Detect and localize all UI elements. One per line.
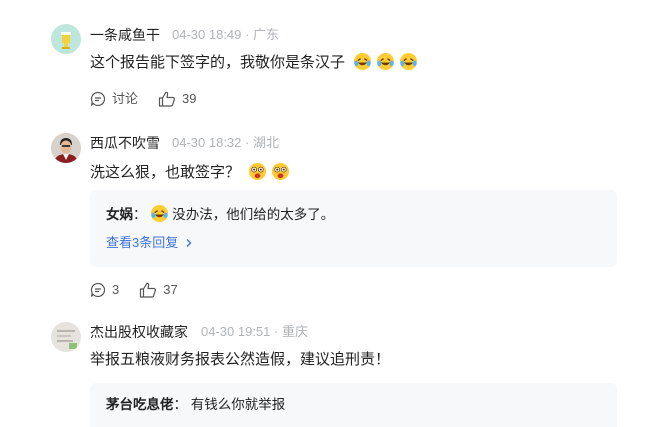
- comment-date: 04-30 18:49: [172, 27, 242, 42]
- reply-author[interactable]: 茅台吃息佬: [106, 397, 174, 412]
- comment-actions: 讨论 39: [90, 90, 216, 108]
- discuss-label: 讨论: [112, 91, 139, 106]
- reply-item: 女娲： 没办法，他们给的太多了。: [106, 204, 334, 224]
- avatar[interactable]: [51, 24, 81, 54]
- meta-separator: ·: [245, 135, 253, 150]
- replies-button[interactable]: 3: [90, 281, 119, 299]
- view-replies-link[interactable]: 查看3条回复: [106, 234, 194, 252]
- comment-body: 洗这么狠，也敢签字？: [90, 164, 241, 181]
- comment-body: 举报五粮液财务报表公然造假，建议追刑责！: [90, 351, 391, 368]
- comment-bubble-icon: [90, 282, 106, 298]
- reply-text: 有钱么你就举报: [190, 397, 286, 412]
- reply-count: 3: [112, 282, 120, 297]
- meta-separator: ·: [245, 27, 253, 42]
- reply-preview-box: 女娲： 没办法，他们给的太多了。 查看3条回复: [90, 190, 617, 267]
- username[interactable]: 一条咸鱼干: [90, 26, 160, 44]
- view-replies-label: 查看3条回复: [106, 235, 179, 250]
- like-button[interactable]: 39: [158, 90, 196, 108]
- reply-item: 茅台吃息佬： 有钱么你就举报: [106, 396, 285, 414]
- avatar-portrait-icon: [51, 133, 81, 163]
- comment-date: 04-30 19:51: [201, 324, 271, 339]
- thumbs-up-icon: [158, 91, 176, 107]
- comment-bubble-icon: [90, 91, 106, 107]
- comment-meta: 04-30 18:49 · 广东: [172, 26, 279, 44]
- comment-location: 广东: [252, 27, 279, 42]
- reply-preview-box: 茅台吃息佬： 有钱么你就举报: [90, 383, 617, 427]
- avatar-image-icon: [51, 322, 81, 352]
- comment-location: 湖北: [252, 135, 279, 150]
- comment-body: 这个报告能下签字的，我敬你是条汉子: [90, 54, 346, 71]
- avatar-cup-icon: [61, 32, 71, 49]
- thumbs-up-icon: [140, 282, 157, 298]
- chevron-right-icon: [186, 239, 192, 247]
- avatar[interactable]: [51, 322, 81, 352]
- comment-date: 04-30 18:32: [172, 135, 242, 150]
- laugh-cry-emoji-icon: [400, 52, 418, 71]
- laugh-cry-emoji-icon: [377, 52, 395, 71]
- comment-item: 西瓜不吹雪 04-30 18:32 · 湖北 洗这么狠，也敢签字？ 女娲： 没办…: [0, 125, 660, 305]
- reply-colon: ：: [173, 397, 188, 412]
- laugh-cry-emoji-icon: [354, 52, 372, 71]
- reply-colon: ：: [133, 207, 147, 222]
- like-count: 37: [163, 282, 178, 297]
- reply-author[interactable]: 女娲: [106, 207, 133, 222]
- comment-meta: 04-30 19:51 · 重庆: [201, 323, 308, 341]
- comment-meta: 04-30 18:32 · 湖北: [172, 134, 279, 152]
- comment-text: 这个报告能下签字的，我敬你是条汉子: [90, 52, 418, 73]
- shocked-emoji-icon: [249, 162, 267, 181]
- shocked-emoji-icon: [272, 162, 290, 181]
- discuss-button[interactable]: 讨论: [90, 90, 138, 108]
- like-count: 39: [182, 91, 197, 106]
- username[interactable]: 西瓜不吹雪: [90, 134, 160, 152]
- avatar[interactable]: [51, 133, 81, 163]
- laugh-cry-emoji-icon: [151, 204, 169, 223]
- comment-item: 杰出股权收藏家 04-30 19:51 · 重庆 举报五粮液财务报表公然造假，建…: [0, 305, 660, 427]
- username[interactable]: 杰出股权收藏家: [90, 323, 188, 341]
- like-button[interactable]: 37: [139, 281, 178, 299]
- comment-text: 举报五粮液财务报表公然造假，建议追刑责！: [90, 350, 390, 370]
- comment-actions: 3 37: [90, 281, 198, 299]
- comment-item: 一条咸鱼干 04-30 18:49 · 广东 这个报告能下签字的，我敬你是条汉子…: [0, 0, 660, 125]
- reply-text: 没办法，他们给的太多了。: [172, 207, 335, 222]
- meta-separator: ·: [274, 324, 282, 339]
- comment-text: 洗这么狠，也敢签字？: [90, 162, 290, 183]
- comment-location: 重庆: [281, 324, 308, 339]
